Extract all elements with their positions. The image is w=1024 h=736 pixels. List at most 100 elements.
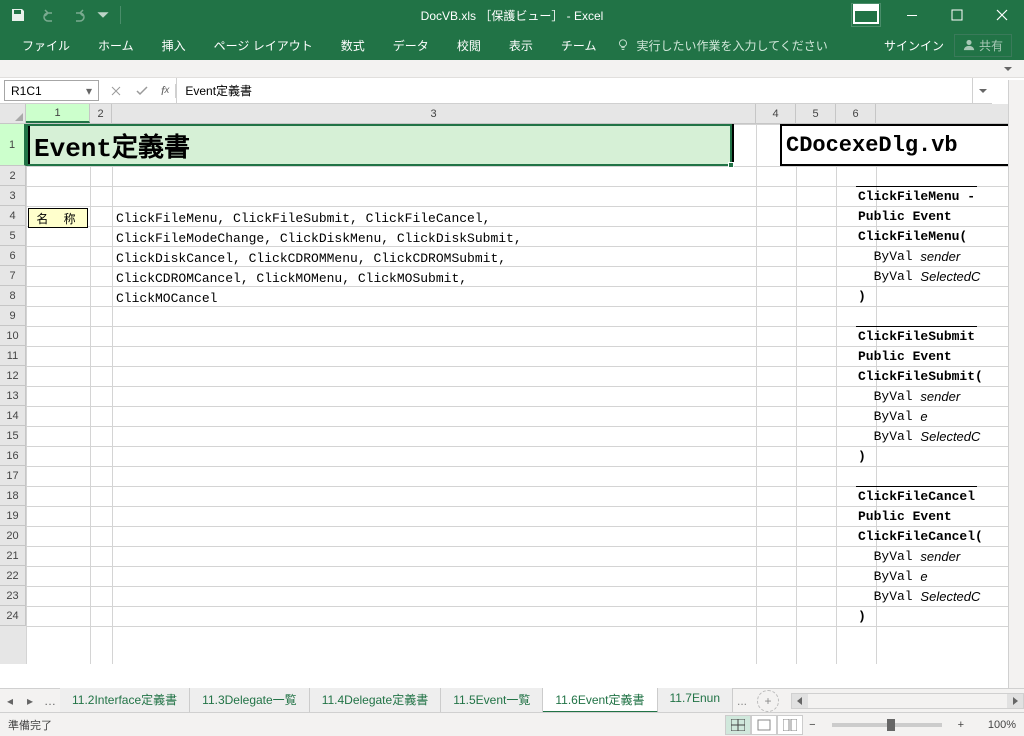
hscroll-left-button[interactable] — [792, 694, 808, 708]
tab-formulas[interactable]: 数式 — [327, 31, 379, 60]
column-header[interactable]: 5 — [796, 104, 836, 123]
cell[interactable]: ClickFileCancel( — [856, 526, 985, 546]
undo-button[interactable] — [36, 3, 60, 27]
share-button[interactable]: 共有 — [954, 34, 1012, 57]
cell[interactable]: Public Event — [856, 346, 954, 366]
cancel-formula-button[interactable] — [103, 84, 129, 98]
right-title-cell[interactable]: CDocexeDlg.vb — [780, 124, 1024, 166]
normal-view-button[interactable] — [725, 715, 751, 735]
row-header[interactable]: 12 — [0, 366, 26, 386]
row-header[interactable]: 21 — [0, 546, 26, 566]
row-header[interactable]: 17 — [0, 466, 26, 486]
cell[interactable]: ClickDiskCancel, ClickCDROMMenu, ClickCD… — [114, 248, 508, 268]
column-header[interactable]: 2 — [90, 104, 112, 123]
redo-button[interactable] — [66, 3, 90, 27]
row-header[interactable]: 20 — [0, 526, 26, 546]
zoom-percent[interactable]: 100% — [970, 719, 1016, 731]
column-header[interactable]: 1 — [26, 104, 90, 123]
column-header[interactable]: 3 — [112, 104, 756, 123]
zoom-slider[interactable] — [832, 723, 942, 727]
hscroll-right-button[interactable] — [1007, 694, 1023, 708]
cell[interactable]: ClickMOCancel — [114, 288, 219, 308]
label-name-cell[interactable]: 名 称 — [28, 208, 88, 228]
cell[interactable]: ByVal sender — [856, 386, 962, 406]
zoom-slider-thumb[interactable] — [887, 719, 895, 731]
cell[interactable]: ) — [856, 606, 868, 626]
vertical-scrollbar[interactable] — [1008, 80, 1024, 688]
sheet-tab[interactable]: 11.3Delegate一覧 — [190, 688, 310, 713]
worksheet-grid[interactable]: 1 2 3 4 5 6 1234567891011121314151617181… — [0, 104, 1024, 664]
row-header[interactable]: 7 — [0, 266, 26, 286]
cell[interactable]: ClickFileMenu - — [856, 186, 977, 206]
cell[interactable]: ByVal SelectedC — [856, 266, 982, 286]
row-header[interactable]: 3 — [0, 186, 26, 206]
row-header[interactable]: 8 — [0, 286, 26, 306]
tab-view[interactable]: 表示 — [495, 31, 547, 60]
cell[interactable]: ClickFileSubmit( — [856, 366, 985, 386]
tab-scroll-first-button[interactable]: ◂ — [0, 689, 20, 713]
column-header[interactable]: 6 — [836, 104, 876, 123]
cells-area[interactable]: Event定義書 CDocexeDlg.vb 名 称 ClickFileMenu… — [26, 124, 1024, 664]
select-all-button[interactable] — [0, 104, 26, 123]
cell[interactable]: ByVal SelectedC — [856, 586, 982, 606]
row-header[interactable]: 23 — [0, 586, 26, 606]
row-header[interactable]: 1 — [0, 124, 26, 166]
tab-page-layout[interactable]: ページ レイアウト — [200, 31, 327, 60]
cell[interactable]: ) — [856, 446, 868, 466]
cell[interactable]: ClickCDROMCancel, ClickMOMenu, ClickMOSu… — [114, 268, 469, 288]
sheet-tab[interactable]: 11.2Interface定義書 — [60, 688, 190, 713]
insert-function-button[interactable]: fx — [155, 84, 176, 98]
maximize-button[interactable] — [934, 0, 979, 30]
tab-home[interactable]: ホーム — [84, 31, 148, 60]
cell[interactable]: ByVal e — [856, 566, 930, 586]
cell[interactable]: ClickFileSubmit — [856, 326, 977, 346]
tab-more-button[interactable]: … — [40, 689, 60, 713]
column-header[interactable]: 4 — [756, 104, 796, 123]
cell[interactable]: ByVal e — [856, 406, 930, 426]
cell[interactable]: Public Event — [856, 206, 954, 226]
qat-customize-dropdown[interactable] — [96, 3, 110, 27]
cell[interactable]: ClickFileCancel — [856, 486, 977, 506]
enter-formula-button[interactable] — [129, 84, 155, 98]
cell[interactable]: Public Event — [856, 506, 954, 526]
formula-input[interactable] — [177, 78, 972, 103]
tab-team[interactable]: チーム — [547, 31, 611, 60]
cell[interactable]: ) — [856, 286, 868, 306]
row-header[interactable]: 19 — [0, 506, 26, 526]
tab-review[interactable]: 校閲 — [443, 31, 495, 60]
name-box-dropdown[interactable]: ▾ — [86, 84, 92, 98]
row-header[interactable]: 5 — [0, 226, 26, 246]
cell[interactable]: ByVal sender — [856, 246, 962, 266]
cell[interactable]: ClickFileModeChange, ClickDiskMenu, Clic… — [114, 228, 524, 248]
collapse-ribbon-button[interactable] — [992, 60, 1024, 82]
page-layout-view-button[interactable] — [751, 715, 777, 735]
add-sheet-button[interactable]: + — [757, 690, 779, 712]
close-button[interactable] — [979, 0, 1024, 30]
page-break-view-button[interactable] — [777, 715, 803, 735]
title-cell[interactable]: Event定義書 — [28, 124, 734, 166]
horizontal-scrollbar[interactable] — [791, 693, 1024, 709]
minimize-button[interactable] — [889, 0, 934, 30]
row-header[interactable]: 14 — [0, 406, 26, 426]
tab-file[interactable]: ファイル — [8, 31, 84, 60]
zoom-out-button[interactable]: − — [803, 719, 821, 731]
row-header[interactable]: 24 — [0, 606, 26, 626]
row-header[interactable]: 18 — [0, 486, 26, 506]
tell-me-search[interactable]: 実行したい作業を入力してください — [616, 37, 827, 54]
row-header[interactable]: 2 — [0, 166, 26, 186]
tab-scroll-prev-button[interactable]: ▸ — [20, 689, 40, 713]
cell[interactable]: ByVal SelectedC — [856, 426, 982, 446]
row-header[interactable]: 11 — [0, 346, 26, 366]
cell[interactable]: ByVal sender — [856, 546, 962, 566]
row-header[interactable]: 10 — [0, 326, 26, 346]
tab-insert[interactable]: 挿入 — [148, 31, 200, 60]
sheet-tab[interactable]: 11.6Event定義書 — [543, 688, 657, 713]
sheet-tab[interactable]: 11.5Event一覧 — [441, 688, 543, 713]
tab-data[interactable]: データ — [379, 31, 443, 60]
sheet-tab[interactable]: 11.7Enun — [658, 688, 734, 713]
signin-link[interactable]: サインイン — [884, 37, 944, 54]
row-header[interactable]: 6 — [0, 246, 26, 266]
sheet-tab[interactable]: 11.4Delegate定義書 — [310, 688, 442, 713]
row-header[interactable]: 16 — [0, 446, 26, 466]
row-header[interactable]: 9 — [0, 306, 26, 326]
